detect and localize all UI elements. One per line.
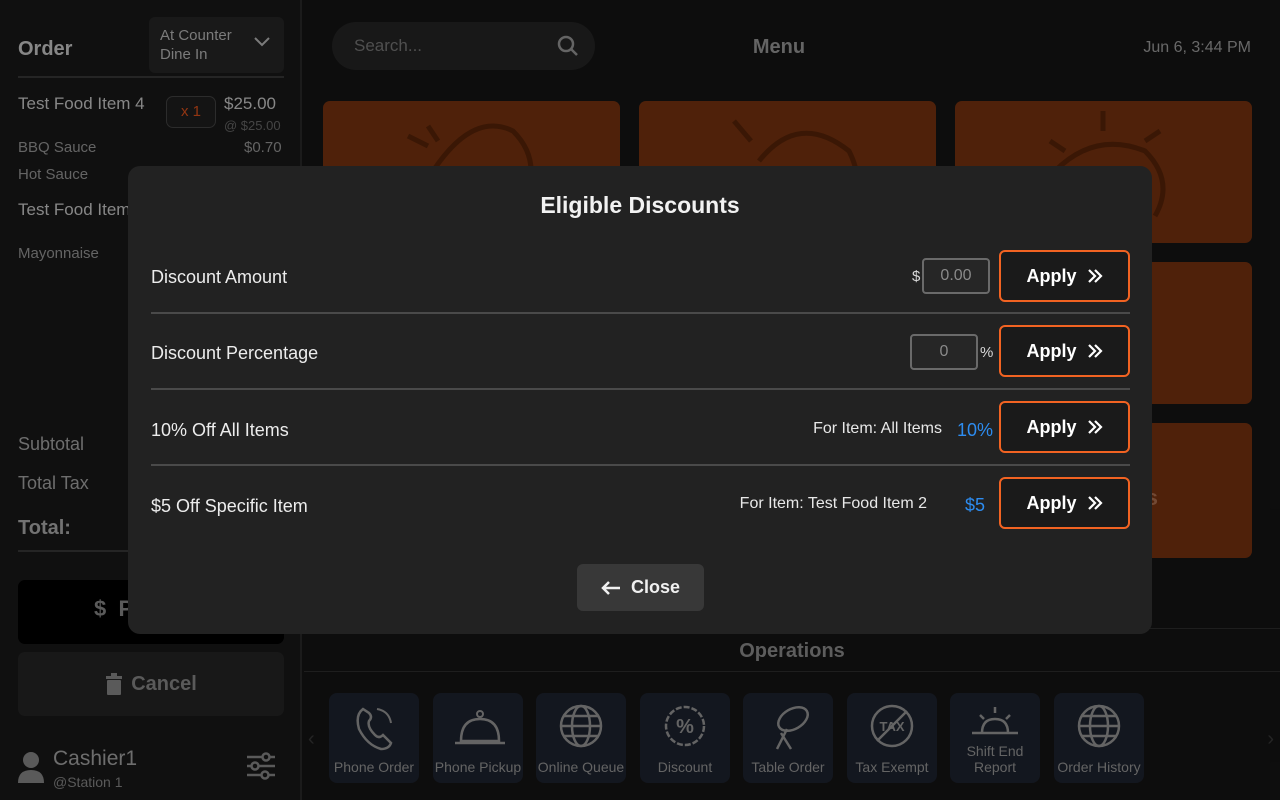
apply-label: Apply — [1026, 340, 1077, 361]
discounts-modal: Eligible Discounts Discount Amount $ 0.0… — [128, 166, 1152, 634]
discount-row: Discount Percentage 0 % Apply — [151, 314, 1130, 390]
arrow-left-icon — [601, 580, 620, 595]
discount-row: Discount Amount $ 0.00 Apply — [151, 238, 1130, 314]
discount-label: Discount Percentage — [151, 343, 319, 363]
double-chevron-right-icon — [1087, 420, 1103, 434]
discount-percentage-input[interactable]: 0 — [910, 334, 978, 370]
double-chevron-right-icon — [1087, 269, 1103, 283]
double-chevron-right-icon — [1087, 344, 1103, 358]
apply-button[interactable]: Apply — [999, 401, 1130, 453]
discount-for-item: For Item: All Items — [813, 420, 942, 437]
percent-suffix: % — [980, 344, 994, 361]
modal-title: Eligible Discounts — [540, 192, 740, 218]
discount-label: Discount Amount — [151, 267, 288, 287]
apply-button[interactable]: Apply — [999, 477, 1130, 529]
discount-row: $5 Off Specific Item For Item: Test Food… — [151, 466, 1130, 542]
discount-label: $5 Off Specific Item — [151, 496, 308, 516]
discount-for-item: For Item: Test Food Item 2 — [739, 495, 927, 512]
double-chevron-right-icon — [1087, 496, 1103, 510]
apply-button[interactable]: Apply — [999, 325, 1130, 377]
close-button[interactable]: Close — [577, 564, 704, 611]
discount-row: 10% Off All Items For Item: All Items 10… — [151, 390, 1130, 466]
apply-label: Apply — [1026, 265, 1077, 286]
discount-value: 10% — [957, 420, 994, 440]
apply-button[interactable]: Apply — [999, 250, 1130, 302]
discount-amount-input[interactable]: 0.00 — [922, 258, 990, 294]
discount-value: $5 — [965, 495, 986, 515]
close-label: Close — [630, 577, 681, 597]
apply-label: Apply — [1026, 416, 1077, 437]
apply-label: Apply — [1026, 492, 1077, 513]
currency-prefix: $ — [912, 268, 921, 285]
discount-label: 10% Off All Items — [151, 420, 289, 440]
